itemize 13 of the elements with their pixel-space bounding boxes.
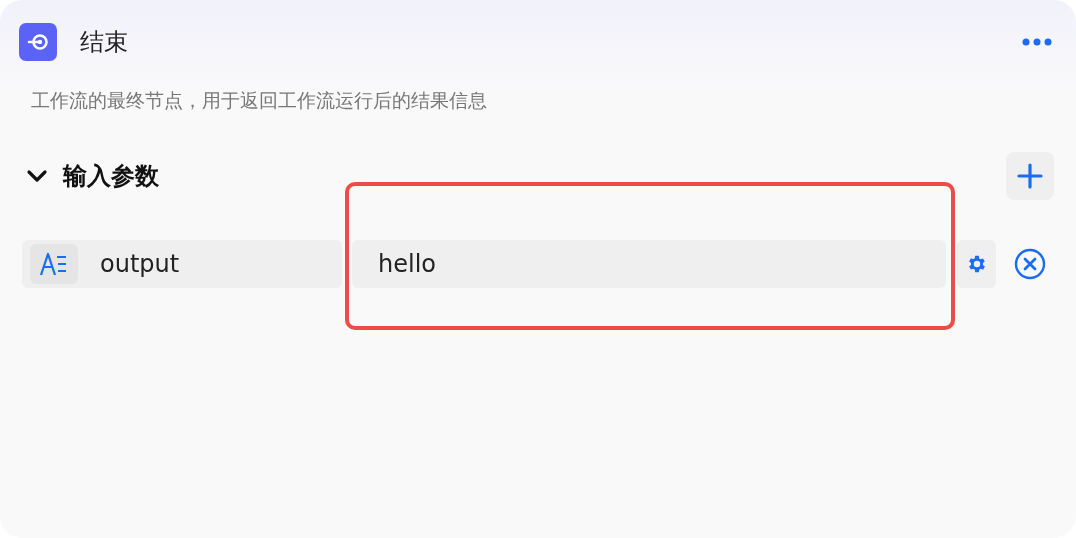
add-button[interactable] (1006, 152, 1054, 200)
node-description: 工作流的最终节点，用于返回工作流运行后的结果信息 (31, 88, 488, 113)
more-icon[interactable] (1022, 38, 1052, 46)
settings-button[interactable] (957, 240, 996, 288)
chevron-icon[interactable] (26, 169, 48, 183)
node-title: 结束 (80, 27, 128, 58)
text-type-icon[interactable] (30, 244, 78, 284)
plus-icon[interactable] (1016, 162, 1044, 190)
value-field[interactable]: hello (352, 240, 946, 288)
name-field[interactable]: output (22, 240, 342, 288)
section-title: 输入参数 (63, 161, 159, 192)
remove-icon[interactable] (1014, 248, 1046, 280)
end-node-icon (19, 23, 57, 61)
